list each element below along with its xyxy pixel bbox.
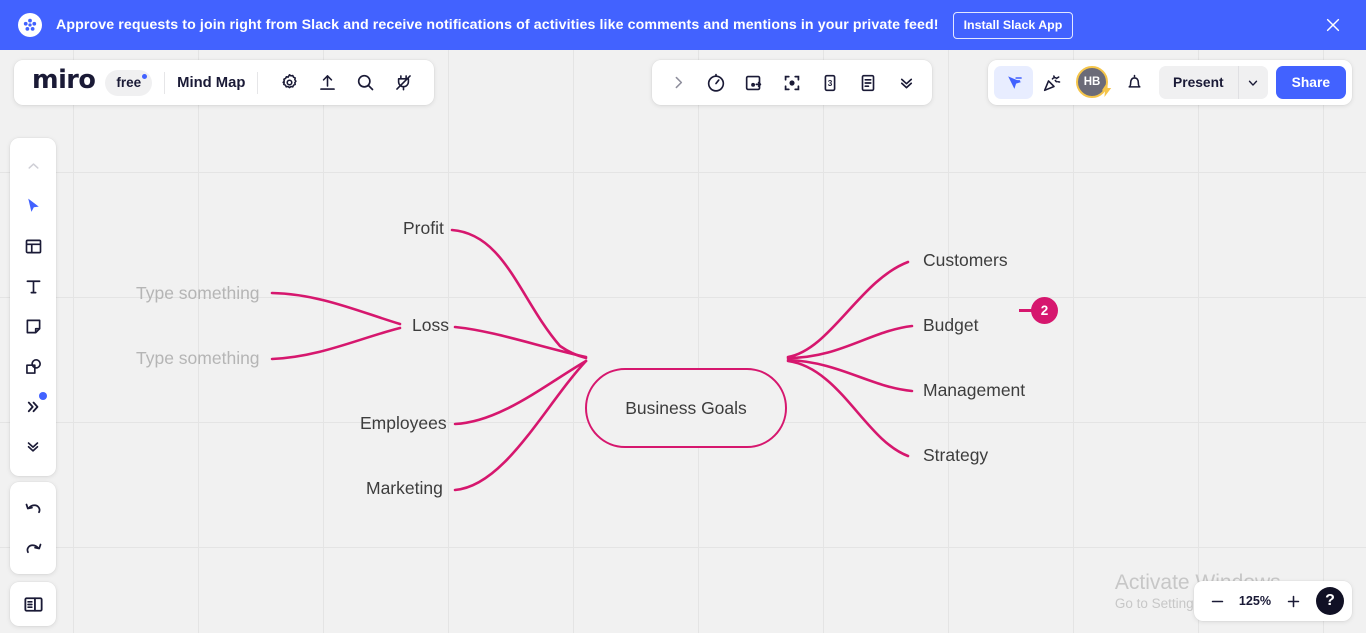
- more-tools-icon[interactable]: [14, 386, 52, 426]
- search-icon[interactable]: [346, 64, 384, 102]
- plan-badge-free[interactable]: free: [105, 69, 153, 96]
- sticky-note-icon[interactable]: [14, 306, 52, 346]
- mindmap-root-label: Business Goals: [625, 397, 747, 418]
- present-control: Present: [1159, 66, 1268, 99]
- lightning-bolt-icon: [1100, 81, 1113, 102]
- bell-icon[interactable]: [1115, 64, 1153, 102]
- apps-plugin-icon[interactable]: [384, 64, 422, 102]
- banner-message: Approve requests to join right from Slac…: [56, 17, 939, 33]
- divider: [164, 71, 166, 94]
- mindmap-connectors: [270, 228, 914, 492]
- templates-icon[interactable]: [14, 226, 52, 266]
- cursor-chat-icon[interactable]: [994, 66, 1034, 99]
- notes-document-icon[interactable]: [849, 64, 887, 102]
- mindmap-node-customers[interactable]: Customers: [923, 250, 1008, 271]
- slack-promo-banner: Approve requests to join right from Slac…: [0, 0, 1366, 50]
- zoom-out-icon[interactable]: [1202, 586, 1232, 616]
- upload-icon[interactable]: [308, 64, 346, 102]
- board-canvas[interactable]: Business Goals Profit Loss Employees Mar…: [0, 50, 1366, 633]
- chevron-right-icon[interactable]: [659, 64, 697, 102]
- board-title[interactable]: Mind Map: [177, 75, 245, 91]
- collapse-chevron-up-icon[interactable]: [14, 146, 52, 186]
- mindmap-node-placeholder-2[interactable]: Type something: [136, 348, 260, 369]
- mindmap-node-employees[interactable]: Employees: [360, 413, 447, 434]
- mindmap-root-node[interactable]: Business Goals: [585, 368, 787, 448]
- board-header-left: miro free Mind Map: [14, 60, 435, 105]
- party-popper-icon[interactable]: [1033, 64, 1071, 102]
- chevron-down-icon[interactable]: [1237, 66, 1268, 99]
- more-tools-dot-icon: [39, 392, 47, 400]
- slack-puzzle-icon: [18, 13, 42, 37]
- side-panel-toggle[interactable]: [10, 582, 56, 626]
- select-cursor-icon[interactable]: [14, 186, 52, 226]
- miro-logo[interactable]: miro: [26, 68, 101, 97]
- board-header-center: 3: [652, 60, 932, 105]
- help-question-icon[interactable]: ?: [1316, 587, 1344, 615]
- chevron-double-down-icon[interactable]: [887, 64, 925, 102]
- mindmap-node-placeholder-1[interactable]: Type something: [136, 283, 260, 304]
- history-toolbar: [10, 482, 56, 574]
- timer-icon[interactable]: [697, 64, 735, 102]
- share-button[interactable]: Share: [1275, 66, 1346, 99]
- install-slack-app-button[interactable]: Install Slack App: [952, 11, 1074, 39]
- plan-badge-dot-icon: [142, 73, 148, 79]
- miro-board-app: Approve requests to join right from Slac…: [0, 0, 1366, 633]
- expand-chevron-down-icon[interactable]: [14, 426, 52, 466]
- card-deck-icon[interactable]: 3: [811, 64, 849, 102]
- settings-gear-icon[interactable]: [270, 64, 308, 102]
- divider: [257, 71, 259, 94]
- zoom-level-value[interactable]: 125%: [1232, 594, 1278, 608]
- shapes-icon[interactable]: [14, 346, 52, 386]
- plan-badge-label: free: [116, 74, 142, 90]
- mindmap-node-loss[interactable]: Loss: [412, 315, 449, 336]
- close-icon[interactable]: [1320, 12, 1346, 38]
- mindmap-node-budget[interactable]: Budget: [923, 315, 978, 336]
- present-button[interactable]: Present: [1159, 66, 1238, 99]
- zoom-controls: 125% ?: [1194, 581, 1352, 621]
- customers-child-count-badge[interactable]: 2: [1031, 297, 1058, 324]
- text-tool-icon[interactable]: [14, 266, 52, 306]
- mindmap-node-profit[interactable]: Profit: [403, 218, 444, 239]
- undo-icon[interactable]: [14, 488, 52, 528]
- user-avatar[interactable]: HB: [1076, 65, 1113, 102]
- left-creation-toolbar: [10, 138, 56, 476]
- board-header-right: HB Present Share: [988, 60, 1352, 105]
- svg-text:3: 3: [828, 79, 833, 88]
- redo-icon[interactable]: [14, 528, 52, 568]
- screen-share-icon[interactable]: [735, 64, 773, 102]
- mindmap-node-management[interactable]: Management: [923, 380, 1025, 401]
- zoom-in-icon[interactable]: [1278, 586, 1308, 616]
- mindmap-node-strategy[interactable]: Strategy: [923, 445, 988, 466]
- mindmap-node-marketing[interactable]: Marketing: [366, 478, 443, 499]
- focus-frame-icon[interactable]: [773, 64, 811, 102]
